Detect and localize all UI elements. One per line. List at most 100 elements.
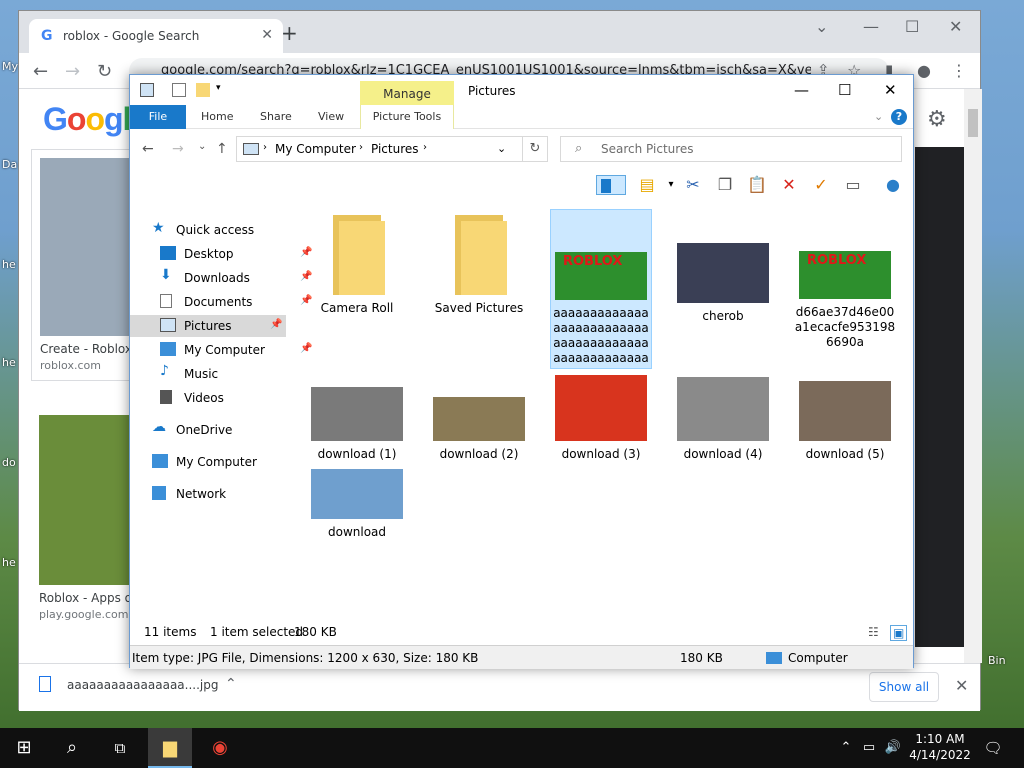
show-all-button[interactable]: Show all: [869, 672, 939, 702]
pin-icon[interactable]: 📌: [270, 319, 282, 330]
desktop-label[interactable]: Da: [2, 158, 17, 171]
tab-search-icon[interactable]: ⌄: [815, 17, 828, 36]
page-scrollbar[interactable]: [964, 89, 982, 663]
show-hidden-icons-icon[interactable]: ⌃: [836, 728, 856, 768]
paste-icon[interactable]: 📋: [746, 175, 768, 195]
nav-network[interactable]: Network: [152, 483, 308, 505]
new-folder-icon[interactable]: [196, 83, 210, 97]
image-file-item[interactable]: download: [306, 469, 408, 540]
menu-icon[interactable]: ⋮: [951, 61, 967, 80]
recycle-bin-label[interactable]: Bin: [988, 654, 1006, 667]
back-icon[interactable]: ←: [142, 141, 154, 157]
address-dropdown-icon[interactable]: ⌄: [497, 142, 506, 155]
nav-this-computer[interactable]: My Computer: [152, 451, 308, 473]
image-file-item[interactable]: download (4): [672, 377, 774, 462]
desktop-label[interactable]: My: [2, 60, 18, 73]
desktop-label[interactable]: he: [2, 258, 16, 271]
image-file-item[interactable]: download (1): [306, 387, 408, 462]
expand-ribbon-icon[interactable]: ⌄: [874, 110, 883, 123]
image-file-item[interactable]: ROBLOX d66ae37d46e00a1ecacfe9531986690a: [794, 251, 896, 350]
volume-icon[interactable]: 🔊: [882, 728, 904, 768]
search-box[interactable]: ⌕ Search Pictures: [560, 136, 902, 162]
search-icon[interactable]: ⌕: [48, 728, 96, 768]
nav-desktop[interactable]: Desktop 📌: [160, 243, 316, 265]
manage-context-tab[interactable]: Manage: [360, 81, 454, 107]
clock[interactable]: 1:10 AM 4/14/2022: [906, 731, 974, 763]
nav-downloads[interactable]: ⬇ Downloads 📌: [160, 267, 316, 289]
large-icons-view-icon[interactable]: ▣: [890, 625, 908, 641]
breadcrumb-chevron-icon[interactable]: ›: [423, 142, 427, 153]
chrome-taskbar-icon[interactable]: ◉: [196, 728, 244, 768]
network-tray-icon[interactable]: ▭: [858, 728, 880, 768]
desktop-label[interactable]: he: [2, 556, 16, 569]
back-icon[interactable]: ←: [33, 61, 48, 82]
tab-view[interactable]: View: [318, 110, 344, 123]
image-file-item[interactable]: cherob: [672, 243, 774, 324]
close-download-bar-icon[interactable]: ✕: [955, 676, 968, 695]
breadcrumb-chevron-icon[interactable]: ›: [263, 142, 267, 153]
close-tab-icon[interactable]: ✕: [261, 27, 273, 43]
layout-dropdown-icon[interactable]: ▾: [660, 175, 682, 195]
folder-item[interactable]: Saved Pictures: [428, 215, 530, 316]
close-button[interactable]: ✕: [884, 81, 897, 99]
notification-icon[interactable]: 🗨: [978, 728, 1008, 768]
scrollbar-thumb[interactable]: [968, 109, 978, 137]
globe-icon[interactable]: ●: [882, 175, 904, 195]
properties-icon[interactable]: [172, 83, 186, 97]
customize-qat-icon[interactable]: ▾: [216, 83, 230, 97]
maximize-button[interactable]: ☐: [905, 17, 919, 36]
result-caption[interactable]: Create - Roblox: [40, 342, 134, 356]
window-icon[interactable]: [140, 83, 154, 97]
image-file-item[interactable]: download (2): [428, 397, 530, 462]
close-button[interactable]: ✕: [949, 17, 962, 36]
reload-icon[interactable]: ↻: [97, 61, 112, 82]
forward-icon[interactable]: →: [65, 61, 80, 82]
tab-home[interactable]: Home: [201, 110, 233, 123]
result-thumbnail[interactable]: [39, 415, 135, 585]
breadcrumb-chevron-icon[interactable]: ›: [359, 142, 363, 153]
folder-item[interactable]: Camera Roll: [306, 215, 408, 316]
refresh-button[interactable]: ↻: [522, 136, 548, 162]
image-file-item[interactable]: download (3): [550, 375, 652, 462]
image-result-card[interactable]: Roblox - Apps o play.google.com: [31, 407, 143, 629]
nav-videos[interactable]: Videos: [160, 387, 316, 409]
minimize-button[interactable]: —: [794, 81, 809, 99]
nav-my-computer[interactable]: My Computer 📌: [160, 339, 316, 361]
nav-quick-access[interactable]: ★ Quick access: [152, 219, 308, 241]
nav-music[interactable]: ♪ Music: [160, 363, 316, 385]
new-tab-button[interactable]: +: [281, 21, 298, 45]
minimize-button[interactable]: —: [863, 17, 879, 36]
preview-pane-icon[interactable]: [596, 175, 626, 195]
forward-icon[interactable]: →: [172, 141, 184, 157]
help-icon[interactable]: ?: [891, 109, 907, 125]
desktop-label[interactable]: he: [2, 356, 16, 369]
delete-icon[interactable]: ✕: [778, 175, 800, 195]
tab-file[interactable]: File: [130, 105, 186, 129]
properties-icon[interactable]: ▭: [842, 175, 864, 195]
layout-icon[interactable]: ▤: [636, 175, 658, 195]
chevron-up-icon[interactable]: ⌃: [225, 676, 237, 692]
browser-tab[interactable]: G roblox - Google Search ✕: [29, 19, 283, 53]
image-file-item[interactable]: ROBLOX aaaaaaaaaaaaaaaaaaaaaaaaaaaaaaaaa…: [550, 209, 652, 370]
file-explorer-taskbar-icon[interactable]: ▆: [148, 728, 192, 768]
download-filename[interactable]: aaaaaaaaaaaaaaaa....jpg: [67, 678, 218, 692]
tab-share[interactable]: Share: [260, 110, 292, 123]
nav-documents[interactable]: Documents 📌: [160, 291, 316, 313]
maximize-button[interactable]: ☐: [838, 81, 851, 99]
profile-icon[interactable]: ●: [917, 61, 931, 80]
details-view-icon[interactable]: ☷: [868, 625, 879, 639]
windows-start-icon[interactable]: ⊞: [0, 728, 48, 768]
result-thumbnail[interactable]: [40, 158, 134, 336]
settings-gear-icon[interactable]: ⚙: [927, 107, 947, 132]
address-bar[interactable]: › My Computer › Pictures › ⌄: [236, 136, 548, 162]
nav-pictures[interactable]: Pictures 📌: [130, 315, 286, 337]
breadcrumb-pictures[interactable]: Pictures: [371, 142, 419, 156]
tab-picture-tools[interactable]: Picture Tools: [360, 105, 454, 129]
copy-icon[interactable]: ❐: [714, 175, 736, 195]
image-result-card[interactable]: Create - Roblox roblox.com: [31, 149, 143, 381]
result-caption[interactable]: Roblox - Apps o: [39, 591, 135, 605]
rename-icon[interactable]: ✓: [810, 175, 832, 195]
image-file-item[interactable]: download (5): [794, 381, 896, 462]
up-icon[interactable]: ↑: [216, 141, 228, 157]
recent-locations-icon[interactable]: ⌄: [198, 141, 206, 152]
